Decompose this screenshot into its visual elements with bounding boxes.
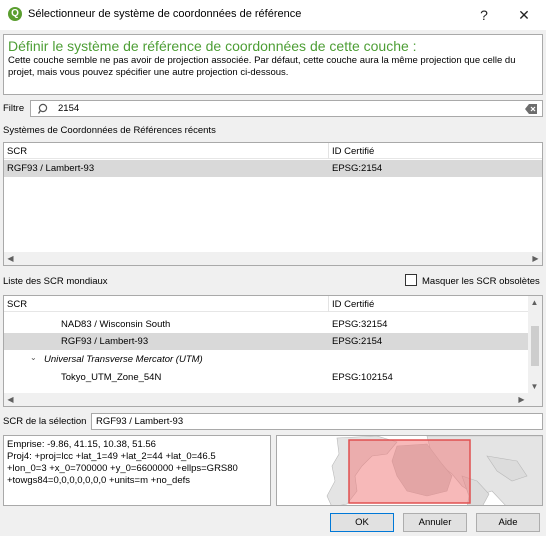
column-divider[interactable] (328, 296, 329, 312)
crs-id: EPSG:2154 (332, 336, 383, 347)
vertical-scrollbar[interactable]: ▲ ▼ (528, 296, 542, 393)
scroll-right-icon[interactable]: ▶ (529, 252, 542, 265)
column-header-scr[interactable]: SCR (7, 299, 27, 310)
proj4-line: +towgs84=0,0,0,0,0,0,0 +units=m +no_defs (7, 475, 191, 486)
map-canvas (326, 436, 542, 505)
details-text: Emprise: -9.86, 41.15, 10.38, 51.56 Proj… (7, 439, 238, 487)
search-icon (38, 103, 48, 114)
filter-value: 2154 (58, 103, 80, 114)
help-icon[interactable]: ? (464, 0, 504, 30)
clear-icon[interactable] (525, 104, 538, 114)
selected-crs-label: SCR de la sélection (3, 416, 87, 427)
group-name: Universal Transverse Mercator (UTM) (44, 354, 203, 365)
table-header: SCR ID Certifié (4, 296, 528, 312)
extent-map-preview (276, 435, 543, 506)
close-icon[interactable]: ✕ (504, 0, 544, 30)
crs-name: RGF93 / Lambert-93 (7, 163, 95, 174)
window-title: Sélectionneur de système de coordonnées … (28, 8, 302, 20)
info-text: Cette couche semble ne pas avoir de proj… (8, 55, 516, 78)
world-crs-label: Liste des SCR mondiaux (3, 276, 108, 287)
crs-name: RGF93 / Lambert-93 (61, 336, 149, 347)
world-crs-tree: SCR ID Certifié NAD83 / Wisconsin South … (3, 295, 543, 407)
tree-group-row[interactable]: ⌄ Universal Transverse Mercator (UTM) (4, 351, 528, 368)
scroll-up-icon[interactable]: ▲ (528, 296, 541, 309)
column-header-id[interactable]: ID Certifié (332, 299, 374, 310)
crs-id: EPSG:32154 (332, 319, 388, 330)
scroll-down-icon[interactable]: ▼ (528, 380, 541, 393)
info-heading: Définir le système de référence de coord… (8, 38, 417, 54)
crs-name: Tokyo_UTM_Zone_54N (61, 372, 162, 383)
recent-crs-label: Systèmes de Coordonnées de Références ré… (3, 125, 216, 136)
extent-line: Emprise: -9.86, 41.15, 10.38, 51.56 (7, 439, 156, 450)
recent-crs-table: SCR ID Certifié RGF93 / Lambert-93 EPSG:… (3, 142, 543, 266)
filter-input[interactable]: 2154 (30, 100, 543, 117)
title-bar: Q Sélectionneur de système de coordonnée… (0, 0, 546, 30)
selected-crs-field: RGF93 / Lambert-93 (91, 413, 543, 430)
crs-id: EPSG:102154 (332, 372, 393, 383)
info-box: Définir le système de référence de coord… (3, 34, 543, 95)
horizontal-scrollbar[interactable]: ◀ ▶ (4, 393, 542, 406)
tree-row[interactable]: NAD83 / Wisconsin South EPSG:32154 (4, 316, 528, 333)
filter-label: Filtre (3, 103, 25, 114)
column-divider[interactable] (328, 143, 329, 159)
proj4-line: Proj4: +proj=lcc +lat_1=49 +lat_2=44 +la… (7, 451, 216, 462)
column-header-id[interactable]: ID Certifié (332, 146, 374, 157)
tree-row[interactable]: Tokyo_UTM_Zone_54N EPSG:102154 (4, 369, 528, 386)
tree-row[interactable]: RGF93 / Lambert-93 EPSG:2154 (4, 333, 528, 350)
ok-button[interactable]: OK (330, 513, 394, 532)
crs-name: NAD83 / Wisconsin South (61, 319, 171, 330)
scroll-left-icon[interactable]: ◀ (4, 393, 17, 406)
hide-obsolete-checkbox[interactable] (405, 274, 417, 286)
crs-id: EPSG:2154 (332, 163, 383, 174)
scroll-thumb[interactable] (531, 326, 539, 366)
qgis-icon: Q (8, 7, 22, 21)
extent-rectangle (348, 439, 471, 504)
scroll-right-icon[interactable]: ▶ (515, 393, 528, 406)
cancel-button[interactable]: Annuler (403, 513, 467, 532)
selected-crs-value: RGF93 / Lambert-93 (96, 416, 184, 427)
horizontal-scrollbar[interactable]: ◀ ▶ (4, 252, 542, 265)
scroll-left-icon[interactable]: ◀ (4, 252, 17, 265)
help-button[interactable]: Aide (476, 513, 540, 532)
chevron-down-icon[interactable]: ⌄ (30, 353, 37, 362)
hide-obsolete-label: Masquer les SCR obsolètes (422, 276, 540, 287)
proj4-line: +lon_0=3 +x_0=700000 +y_0=6600000 +ellps… (7, 463, 238, 474)
column-header-scr[interactable]: SCR (7, 146, 27, 157)
crs-details: Emprise: -9.86, 41.15, 10.38, 51.56 Proj… (3, 435, 271, 506)
table-row[interactable]: RGF93 / Lambert-93 EPSG:2154 (4, 160, 542, 177)
table-header: SCR ID Certifié (4, 143, 542, 159)
